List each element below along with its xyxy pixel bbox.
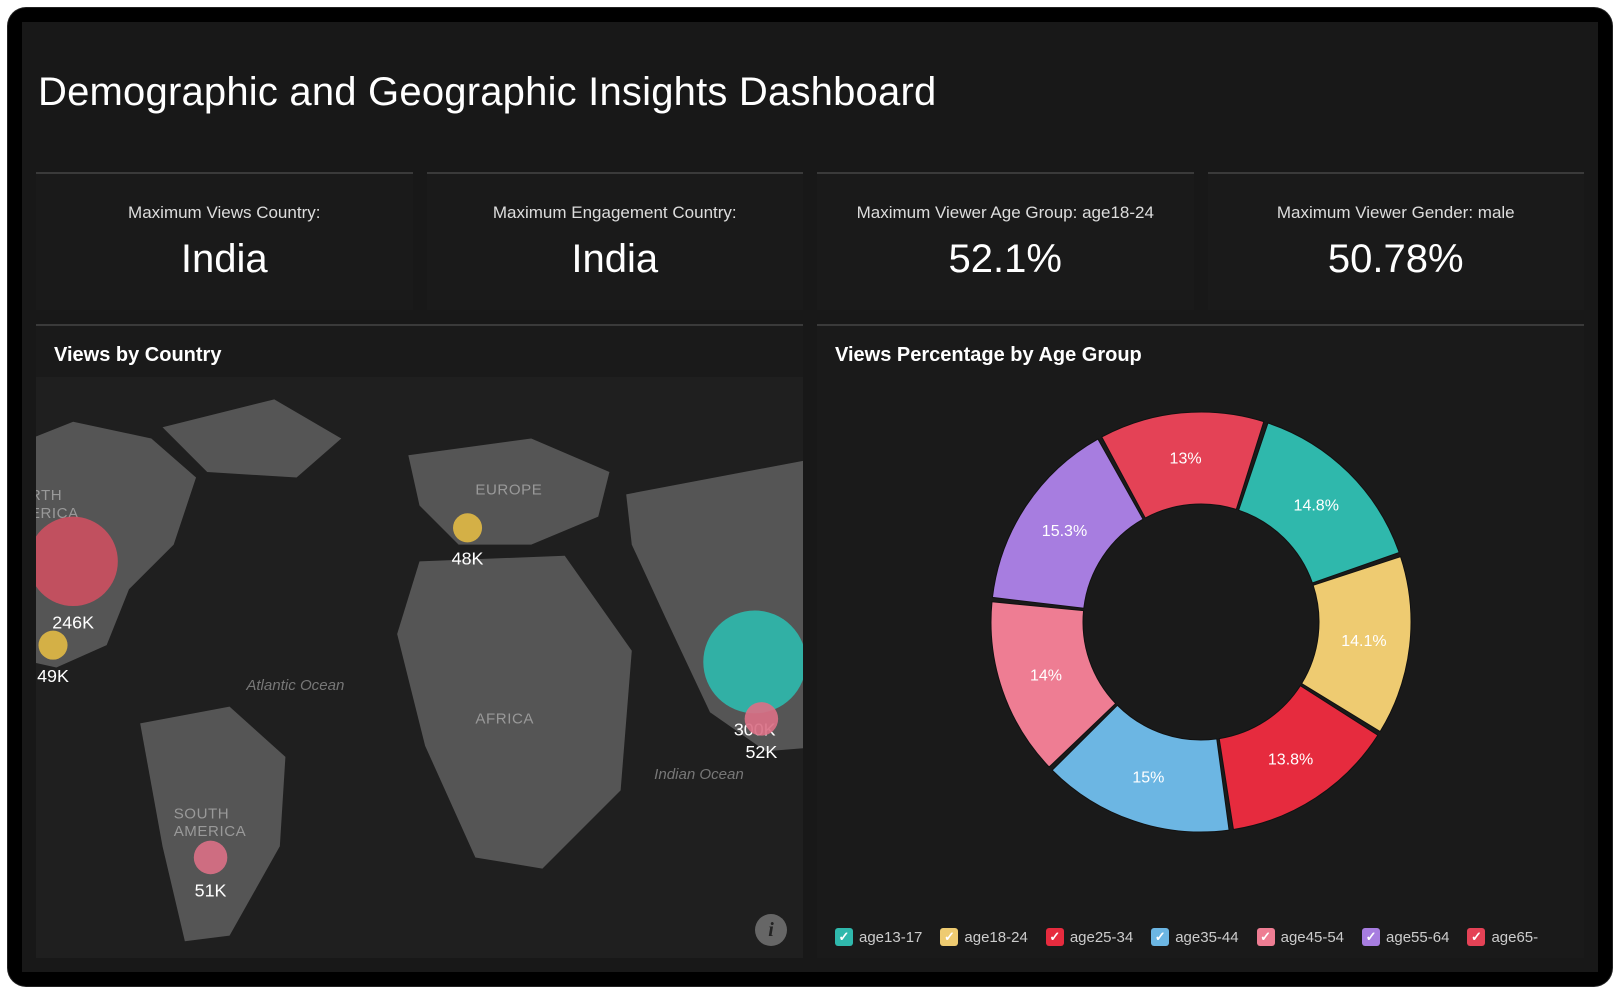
label-atlantic-ocean: Atlantic Ocean [245,677,344,694]
panel-views-by-country: Views by Country NORTH AMERICA [36,324,803,958]
legend-item[interactable]: age35-44 [1151,928,1238,946]
legend-swatch [835,928,853,946]
legend-item[interactable]: age55-64 [1362,928,1449,946]
legend-label: age45-54 [1281,929,1344,946]
donut-slice-label: 15.3% [1041,523,1086,540]
map-bubble[interactable] [38,631,67,660]
map-bubble[interactable] [745,702,779,736]
donut-slice-label: 14.8% [1293,497,1338,514]
legend-label: age55-64 [1386,929,1449,946]
map-bubble[interactable] [194,841,228,875]
stat-value: 50.78% [1328,237,1464,282]
legend-item[interactable]: age25-34 [1046,928,1133,946]
panel-title: Views Percentage by Age Group [817,326,1584,377]
legend-item[interactable]: age45-54 [1257,928,1344,946]
legend-label: age25-34 [1070,929,1133,946]
donut-slice-label: 14.1% [1341,633,1386,650]
map-bubble-label: 246K [52,612,94,632]
legend-swatch [1257,928,1275,946]
legend-swatch [1467,928,1485,946]
stat-value: India [571,237,658,282]
legend-label: age35-44 [1175,929,1238,946]
legend-swatch [1362,928,1380,946]
donut-legend: age13-17 age18-24 age25-34 age35-44 age45-54… [817,922,1584,958]
world-map[interactable]: NORTH AMERICA SOUTH AMERICA EUROPE AFRIC… [36,377,803,958]
legend-item[interactable]: age65- [1467,928,1538,946]
stat-label: Maximum Views Country: [128,203,320,223]
label-indian-ocean: Indian Ocean [654,766,744,783]
donut-slice-label: 13% [1169,451,1201,468]
stats-row: Maximum Views Country: India Maximum Eng… [36,172,1584,310]
donut-slice-label: 13.8% [1267,751,1312,768]
stat-label: Maximum Engagement Country: [493,203,737,223]
legend-swatch [1151,928,1169,946]
map-bubble-label: 48K [452,549,484,569]
label-africa: AFRICA [475,710,534,727]
stat-label: Maximum Viewer Age Group: age18-24 [857,203,1154,223]
panel-views-by-age: Views Percentage by Age Group 14.8% 14.1%… [817,324,1584,958]
stat-max-age-group: Maximum Viewer Age Group: age18-24 52.1% [817,172,1194,310]
stat-max-views-country: Maximum Views Country: India [36,172,413,310]
stat-label: Maximum Viewer Gender: male [1277,203,1515,223]
stat-value: India [181,237,268,282]
map-bubble[interactable] [703,611,803,714]
label-europe: EUROPE [475,481,542,498]
donut-chart[interactable]: 14.8% 14.1% 13.8% 15% 14% 15.3% 13% [931,387,1471,867]
stat-max-engagement-country: Maximum Engagement Country: India [427,172,804,310]
donut-slice-label: 14% [1029,668,1061,685]
donut-slice-label: 15% [1132,769,1164,786]
legend-label: age18-24 [964,929,1027,946]
legend-swatch [1046,928,1064,946]
panel-title: Views by Country [36,326,803,377]
legend-item[interactable]: age18-24 [940,928,1027,946]
map-bubble[interactable] [453,513,482,542]
map-bubble-label: 49K [37,666,69,686]
info-icon[interactable]: i [755,914,787,946]
stat-value: 52.1% [949,237,1062,282]
legend-item[interactable]: age13-17 [835,928,922,946]
stat-max-gender: Maximum Viewer Gender: male 50.78% [1208,172,1585,310]
page-title: Demographic and Geographic Insights Dash… [38,70,936,115]
legend-label: age65- [1491,929,1538,946]
map-bubble-label: 52K [746,742,778,762]
legend-swatch [940,928,958,946]
map-bubble-label: 51K [195,881,227,901]
legend-label: age13-17 [859,929,922,946]
